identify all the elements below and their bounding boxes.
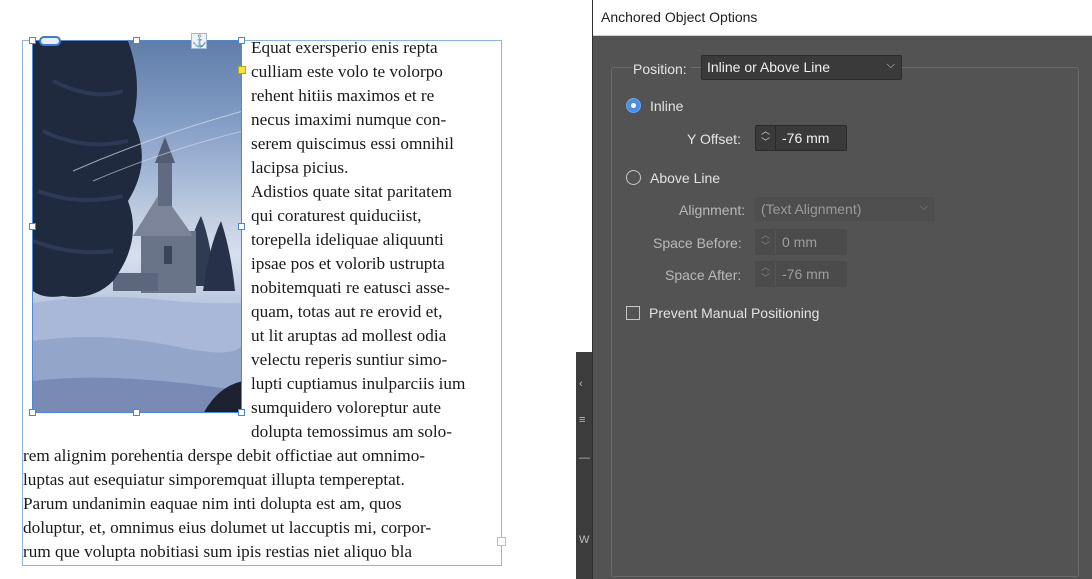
anchor-icon[interactable]: ⚓ — [191, 33, 207, 49]
text-line: doluptur, et, omnimus eius dolumet ut la… — [23, 518, 432, 537]
alignment-label: Alignment: — [679, 202, 746, 218]
resize-handle-top[interactable] — [133, 37, 140, 44]
text-line: nobitemquati re eatusci asse- — [251, 278, 451, 297]
collapsed-panel: ‹ ≡ — W — [576, 352, 593, 579]
link-icon[interactable] — [39, 36, 61, 46]
panel-glyph[interactable]: ≡ — [579, 414, 585, 426]
space-before-label: Space Before: — [653, 235, 742, 251]
text-line: dolupta temossimus am solo- — [251, 422, 452, 441]
position-dropdown-value: Inline or Above Line — [707, 59, 830, 75]
above-line-radio[interactable] — [626, 170, 641, 185]
position-label: Position: — [633, 61, 691, 77]
text-line: culliam este volo te volorpo — [251, 62, 443, 81]
text-line: rum que volupta nobitiasi sum ipis resti… — [23, 542, 413, 561]
alignment-dropdown[interactable]: (Text Alignment) ⌵ — [755, 197, 935, 221]
inline-label[interactable]: Inline — [650, 98, 683, 114]
text-line: torepella ideliquae aliquunti — [251, 230, 444, 249]
text-line: luptas aut esequiatur simporemquat illup… — [23, 470, 405, 489]
panel-glyph[interactable]: — — [579, 452, 590, 464]
y-offset-value[interactable]: -76 mm — [782, 130, 829, 146]
space-after-label: Space After: — [665, 267, 742, 283]
above-line-label[interactable]: Above Line — [650, 170, 720, 186]
text-line: Adistios quate sitat paritatem — [251, 182, 452, 201]
resize-handle-right[interactable] — [238, 223, 245, 230]
y-offset-label: Y Offset: — [687, 131, 741, 147]
text-line: lacipsa picius. — [251, 158, 349, 177]
church-photo — [33, 41, 241, 412]
space-before-spinner[interactable]: ︿ ﹀ 0 mm — [755, 229, 847, 255]
text-line: ipsae pos et volorib ustrupta — [251, 254, 445, 273]
chevron-down-icon: ⌵ — [886, 59, 895, 71]
spinner-arrows-icon[interactable]: ︿ ﹀ — [756, 230, 776, 254]
live-corner-handle[interactable] — [238, 66, 246, 74]
document-page: Equat exersperio enis repta culliam este… — [0, 0, 576, 579]
position-dropdown[interactable]: Inline or Above Line ⌵ — [701, 55, 902, 80]
prevent-manual-positioning-label[interactable]: Prevent Manual Positioning — [649, 305, 819, 321]
resize-handle-bottom-left[interactable] — [29, 409, 36, 416]
text-line: lupti cuptiamus inulparciis ium — [251, 374, 466, 393]
inline-radio[interactable] — [626, 98, 641, 113]
resize-handle-bottom[interactable] — [133, 409, 140, 416]
text-line: velectu reperis suntiur simo- — [251, 350, 448, 369]
spinner-arrows-icon[interactable]: ︿ ﹀ — [756, 262, 776, 286]
text-line: Equat exersperio enis repta — [251, 38, 438, 57]
alignment-dropdown-value: (Text Alignment) — [761, 201, 862, 217]
text-line: rem alignim porehentia derspe debit offi… — [23, 446, 426, 465]
text-line: ut lit aruptas ad mollest odia — [251, 326, 447, 345]
text-line: sumquidero voloreptur aute — [251, 398, 441, 417]
panel-glyph[interactable]: ‹ — [579, 378, 583, 390]
space-after-spinner[interactable]: ︿ ﹀ -76 mm — [755, 261, 847, 287]
text-line: serem quiscimus essi omnihil — [251, 134, 454, 153]
text-line: Parum undanimin eaquae nim inti dolupta … — [23, 494, 402, 513]
prevent-manual-positioning-checkbox[interactable] — [626, 306, 640, 320]
text-out-port[interactable] — [497, 537, 506, 546]
text-line: quam, totas aut re erovid et, — [251, 302, 443, 321]
chevron-down-icon: ⌵ — [919, 201, 928, 213]
text-line: rehent hitiis maximos et re — [251, 86, 435, 105]
spinner-arrows-icon[interactable]: ︿ ﹀ — [756, 126, 776, 150]
panel-glyph[interactable]: W — [579, 534, 589, 546]
dialog-titlebar[interactable]: Anchored Object Options — [593, 0, 1092, 36]
resize-handle-top-left[interactable] — [29, 37, 36, 44]
resize-handle-left[interactable] — [29, 223, 36, 230]
space-after-value[interactable]: -76 mm — [782, 266, 829, 282]
anchored-object-options-dialog: Anchored Object Options Position: Inline… — [592, 0, 1092, 579]
text-line: necus imaximi numque con- — [251, 110, 447, 129]
resize-handle-bottom-right[interactable] — [238, 409, 245, 416]
dialog-title: Anchored Object Options — [601, 9, 758, 25]
text-line: qui coraturest quiduciist, — [251, 206, 422, 225]
y-offset-spinner[interactable]: ︿ ﹀ -76 mm — [755, 125, 847, 151]
anchored-image[interactable] — [32, 40, 242, 413]
space-before-value[interactable]: 0 mm — [782, 234, 817, 250]
resize-handle-top-right[interactable] — [238, 37, 245, 44]
